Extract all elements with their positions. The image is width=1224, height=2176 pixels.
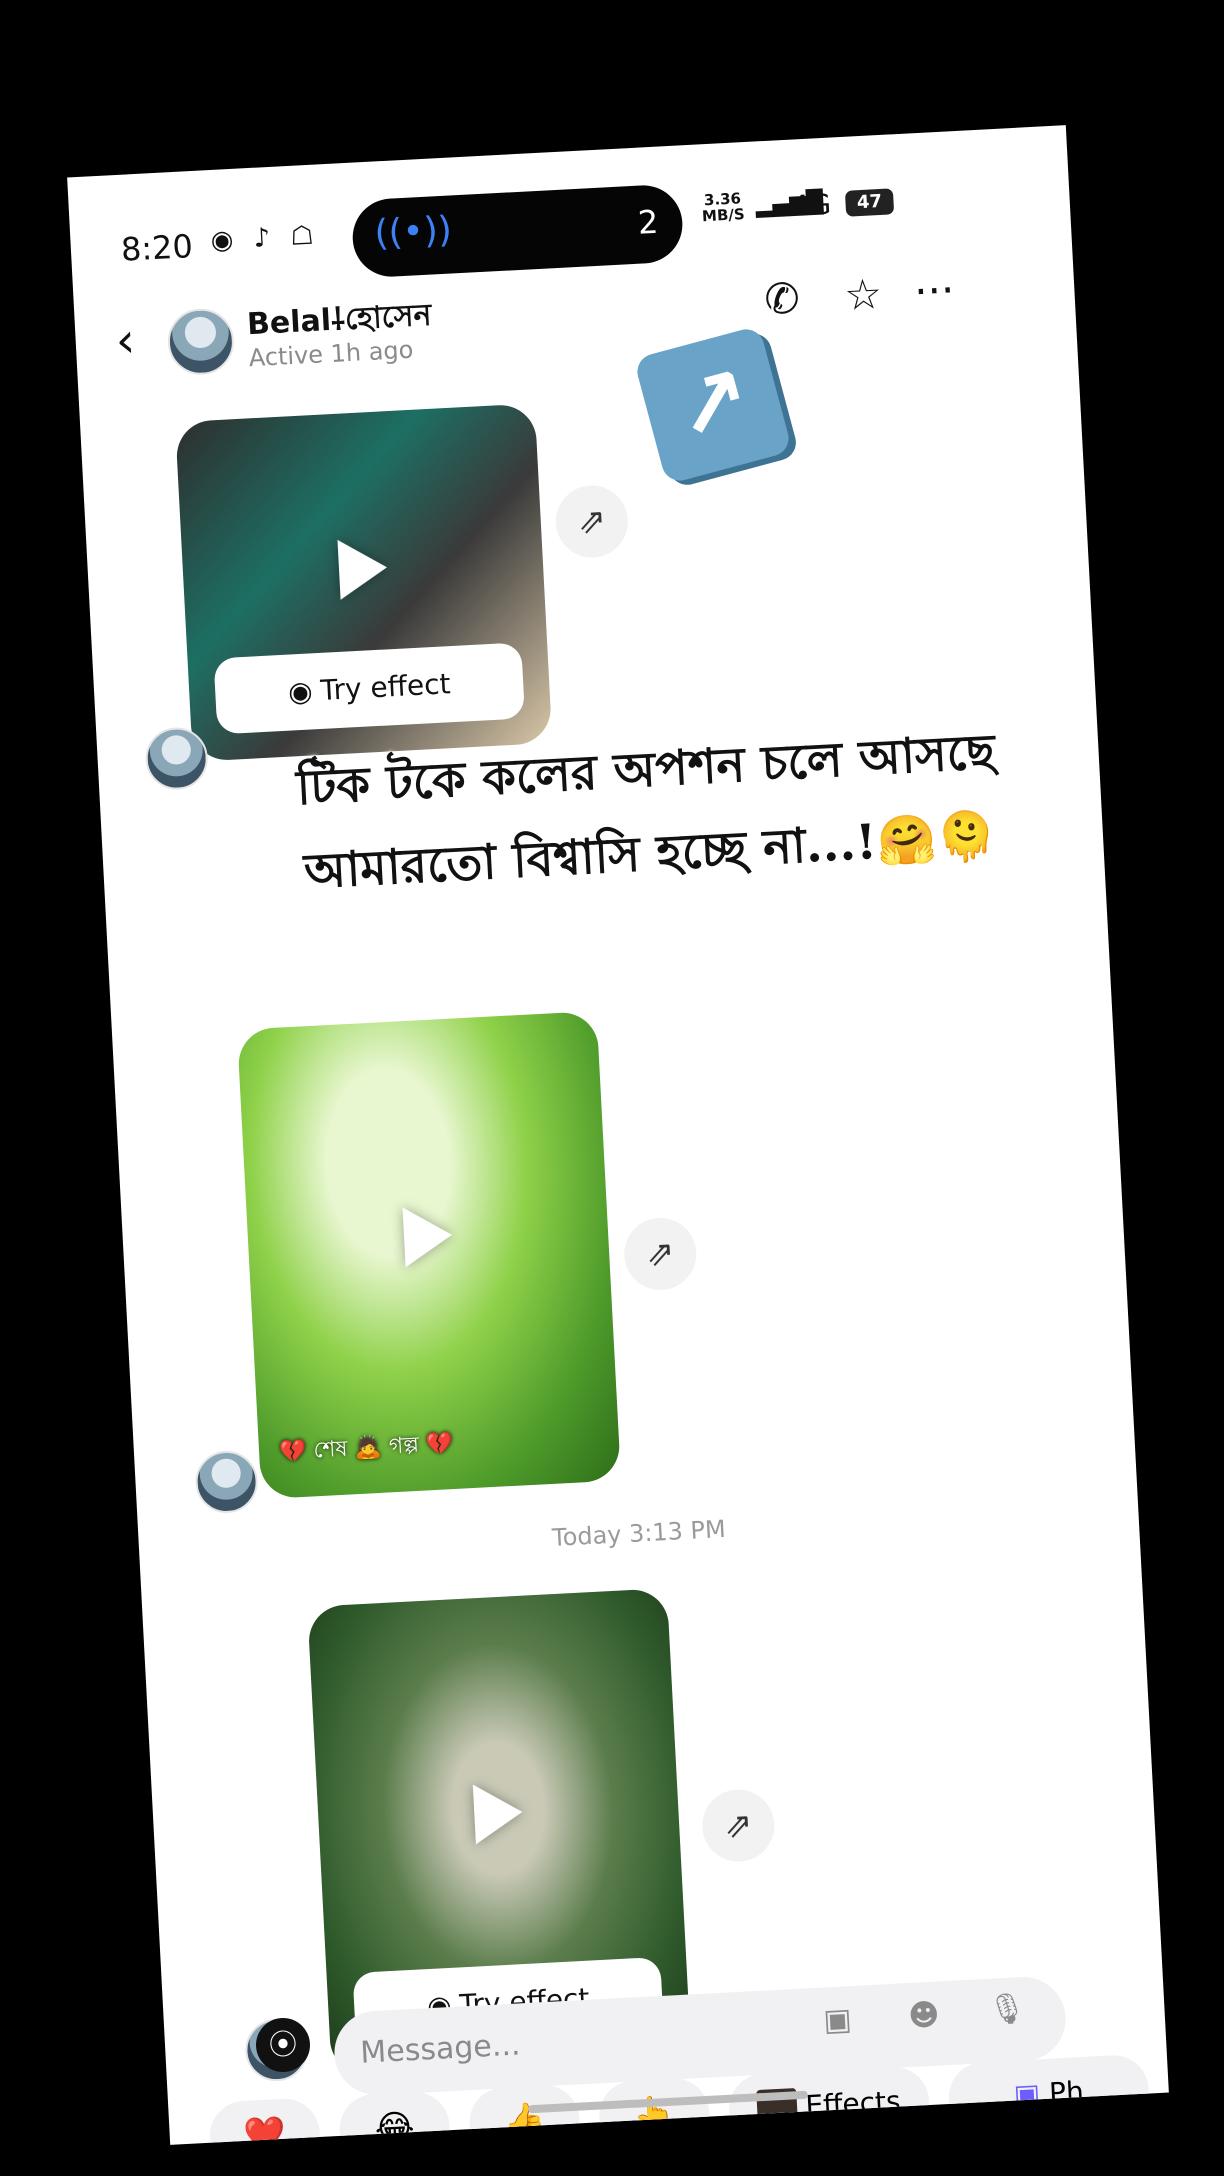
play-icon[interactable]: [472, 1782, 524, 1845]
quick-reaction-laugh[interactable]: 😂: [337, 2090, 452, 2145]
more-options-icon[interactable]: ···: [913, 265, 956, 316]
sticker-icon[interactable]: ☻: [907, 1997, 940, 2034]
share-button-1[interactable]: ⇗: [554, 483, 630, 560]
share-icon: ⇗: [645, 1233, 676, 1275]
sender-avatar: [194, 1449, 260, 1515]
notification-icons: ◉ ♪ ☖: [209, 220, 321, 257]
microphone-icon[interactable]: 🎙: [987, 1991, 1027, 2028]
photo-chip[interactable]: ▣ Ph: [947, 2053, 1151, 2134]
quick-reaction-heart[interactable]: ❤️: [208, 2097, 322, 2145]
share-button-3[interactable]: ⇗: [700, 1787, 777, 1864]
photo-chip-label: Ph: [1048, 2074, 1085, 2110]
network-speed-unit: MB/S: [701, 205, 746, 226]
battery-indicator: 47: [844, 188, 895, 217]
video-message-1[interactable]: ◉ Try effect: [175, 403, 553, 762]
network-type: 4G: [790, 187, 832, 223]
message-timestamp: Today 3:13 PM: [551, 1514, 727, 1552]
star-icon[interactable]: ☆: [843, 269, 883, 320]
network-speed: 3.36 MB/S: [701, 189, 746, 226]
effects-label: Effects: [804, 2084, 902, 2123]
share-icon: ⇗: [576, 500, 608, 543]
message-placeholder: Message...: [359, 2027, 522, 2071]
try-effect-button[interactable]: ◉ Try effect: [213, 642, 526, 735]
play-icon[interactable]: [337, 537, 389, 601]
quick-reaction-point-up[interactable]: 👆: [597, 2076, 712, 2145]
island-count: 2: [636, 202, 660, 242]
video-caption: 💔 শেষ 🙇 গল্প 💔: [278, 1431, 454, 1466]
share-button-2[interactable]: ⇗: [622, 1216, 699, 1292]
try-effect-label: Try effect: [319, 667, 452, 707]
phone-call-icon[interactable]: ✆: [763, 273, 801, 324]
play-icon[interactable]: [402, 1205, 454, 1268]
photo-chip-icon: ▣: [1012, 2077, 1042, 2112]
contact-avatar[interactable]: [166, 307, 236, 377]
gallery-icon[interactable]: ▣: [822, 2002, 852, 2038]
status-time: 8:20: [119, 227, 194, 269]
share-icon: ⇗: [723, 1804, 754, 1847]
phone-screen: 8:20 ◉ ♪ ☖ ((•)) 2 3.36 MB/S ▂▄▆█ 4G 47 …: [67, 125, 1169, 2145]
video-message-2[interactable]: 💔 শেষ 🙇 গল্প 💔: [236, 1010, 622, 1500]
broadcast-icon: ((•)): [373, 209, 453, 255]
effects-chip[interactable]: Effects: [727, 2065, 931, 2145]
camera-button[interactable]: ⦿: [256, 2018, 310, 2072]
camera-icon: ◉: [287, 674, 314, 709]
back-arrow-icon[interactable]: ‹: [114, 312, 136, 369]
quick-reaction-thumbs-up[interactable]: 👍: [467, 2083, 582, 2145]
